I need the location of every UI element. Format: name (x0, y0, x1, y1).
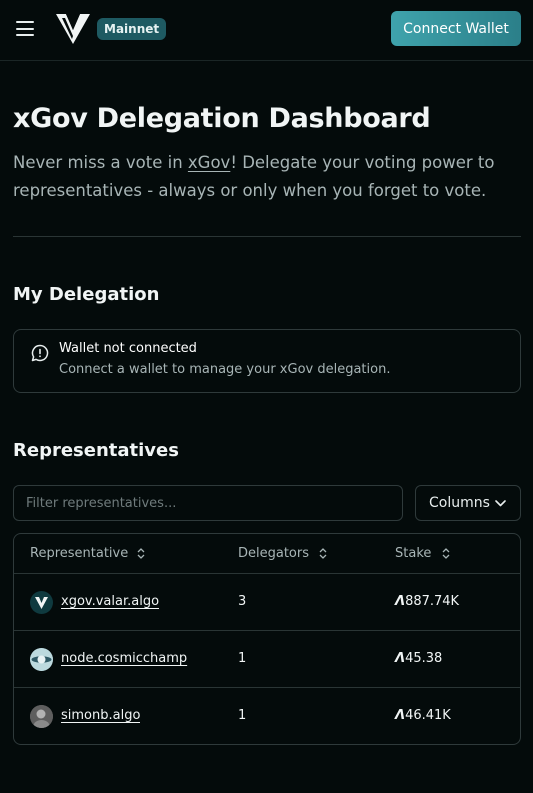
connect-wallet-button[interactable]: Connect Wallet (391, 11, 521, 46)
stake-amount: 46.41K (405, 708, 451, 723)
columns-button-label: Columns (429, 495, 490, 511)
representative-name-link[interactable]: simonb.algo (61, 708, 140, 723)
hamburger-menu-icon[interactable] (16, 21, 34, 36)
cosmic-avatar-icon (30, 648, 53, 671)
delegators-count: 1 (238, 651, 247, 666)
algo-symbol-icon: Λ (395, 594, 405, 609)
xgov-link[interactable]: xGov (188, 153, 230, 172)
stake-amount: 887.74K (405, 594, 460, 609)
alert-title: Wallet not connected (59, 341, 197, 356)
top-bar: Mainnet Connect Wallet (0, 0, 533, 61)
chevron-down-icon (495, 500, 506, 507)
table-row[interactable]: node.cosmicchamp 1 Λ45.38 (14, 631, 520, 688)
stake-value: Λ46.41K (395, 708, 451, 723)
sort-icon[interactable] (137, 548, 145, 559)
representatives-heading: Representatives (13, 440, 179, 461)
algo-symbol-icon: Λ (395, 651, 405, 666)
columns-button[interactable]: Columns (415, 485, 521, 521)
network-badge[interactable]: Mainnet (97, 18, 167, 40)
stake-value: Λ887.74K (395, 594, 459, 609)
delegators-count: 1 (238, 708, 247, 723)
sort-icon[interactable] (319, 548, 327, 559)
stake-amount: 45.38 (405, 651, 443, 666)
wallet-alert: Wallet not connected Connect a wallet to… (13, 329, 521, 393)
table-row[interactable]: xgov.valar.algo 3 Λ887.74K (14, 574, 520, 631)
page-title: xGov Delegation Dashboard (13, 103, 431, 134)
page-subtitle: Never miss a vote in xGov! Delegate your… (13, 149, 523, 205)
alert-description: Connect a wallet to manage your xGov del… (59, 362, 391, 377)
representatives-table: Representative Delegators Stake xgov.val… (13, 533, 521, 745)
photo-avatar-icon (30, 705, 53, 728)
valar-logo-icon[interactable] (56, 14, 90, 44)
representative-name-link[interactable]: node.cosmicchamp (61, 651, 189, 666)
representative-name-link[interactable]: xgov.valar.algo (61, 594, 159, 609)
column-header-label: Stake (395, 546, 432, 561)
sort-icon[interactable] (442, 548, 450, 559)
filter-representatives-input[interactable] (13, 485, 403, 521)
algo-symbol-icon: Λ (395, 708, 405, 723)
message-alert-icon (31, 344, 49, 362)
stake-value: Λ45.38 (395, 651, 442, 666)
subtitle-text-start: Never miss a vote in (13, 153, 188, 172)
table-row[interactable]: simonb.algo 1 Λ46.41K (14, 688, 520, 744)
delegators-count: 3 (238, 594, 247, 609)
column-header-label: Delegators (238, 546, 310, 561)
my-delegation-heading: My Delegation (13, 284, 160, 305)
column-header-stake[interactable]: Stake (395, 534, 431, 573)
column-header-label: Representative (30, 546, 129, 561)
table-header-row: Representative Delegators Stake (14, 534, 520, 574)
valar-logo-icon (30, 591, 53, 614)
column-header-delegators[interactable]: Delegators (238, 534, 309, 573)
column-header-representative[interactable]: Representative (30, 534, 128, 573)
section-divider (13, 236, 521, 237)
